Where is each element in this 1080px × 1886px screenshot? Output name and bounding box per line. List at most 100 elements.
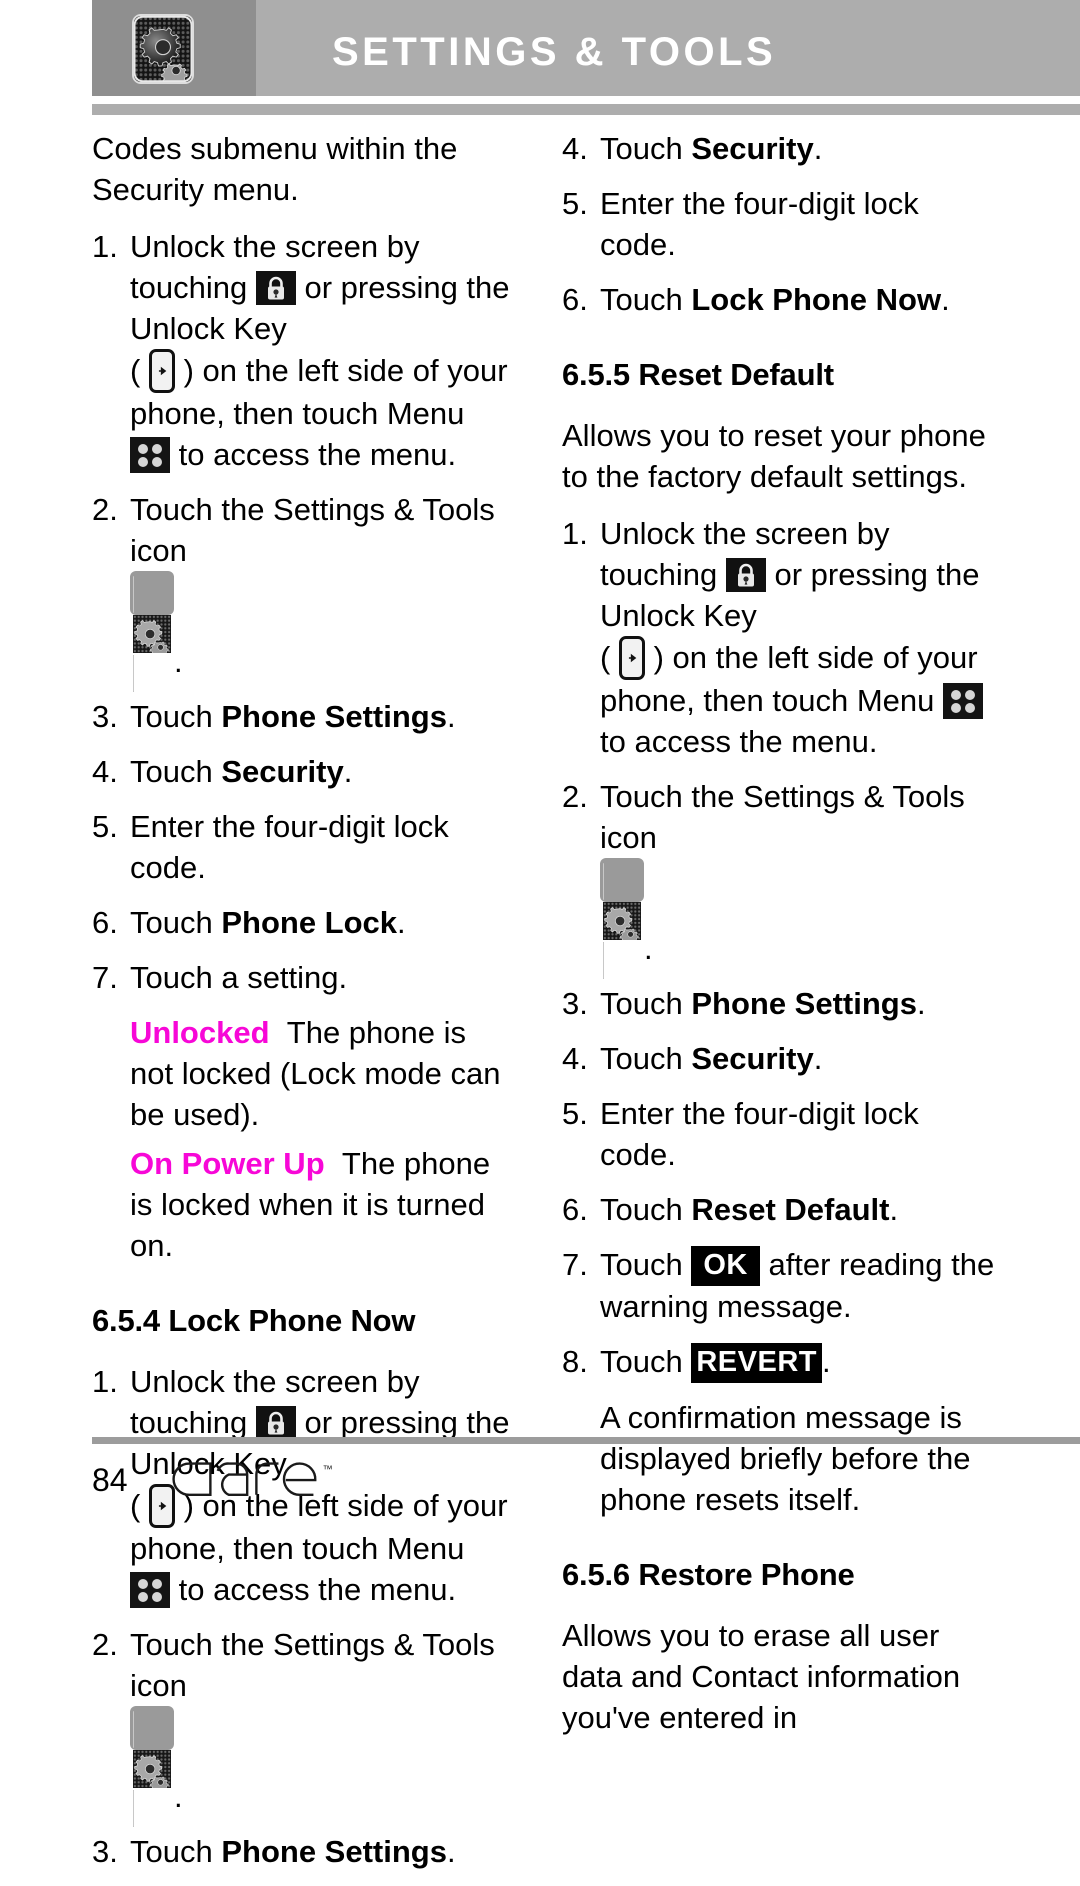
step-text: Touch the Settings & Tools icon — [600, 779, 965, 855]
step-text: Enter the four-digit lock code. — [600, 1096, 919, 1172]
revert-button[interactable]: REVERT — [691, 1343, 822, 1383]
step-text: Enter the four-digit lock code. — [600, 186, 919, 262]
unlock-key-icon — [148, 349, 175, 393]
header-divider-rule — [92, 104, 1080, 115]
option-term: On Power Up — [130, 1146, 325, 1181]
list-item: 2. Touch the Settings & Tools icon . — [562, 776, 1002, 979]
step-number: 6. — [562, 1192, 588, 1227]
step-number: 3. — [92, 699, 118, 734]
settings-tools-gear-icon — [132, 14, 194, 84]
step-number: 1. — [92, 1364, 118, 1399]
step-bold-term: Phone Settings — [691, 986, 917, 1021]
step-number: 1. — [92, 229, 118, 264]
period: . — [343, 754, 353, 789]
menu-grid-icon — [130, 437, 170, 473]
step-text: ) on the left side of your phone, then t… — [130, 353, 508, 431]
section-heading: 6.5.4 Lock Phone Now — [92, 1303, 416, 1338]
step-text: Touch — [600, 131, 692, 166]
left-column: Codes submenu within the Security menu. … — [92, 128, 512, 1886]
step-bold-term: Security — [221, 754, 344, 789]
setting-option: On Power Up The phone is locked when it … — [92, 1143, 512, 1266]
settings-tools-gear-icon — [600, 858, 644, 979]
step-number: 3. — [562, 986, 588, 1021]
step-bold-term: Reset Default — [691, 1192, 890, 1227]
footer-divider-rule — [92, 1437, 1080, 1444]
step-text: Touch — [600, 986, 692, 1021]
menu-grid-icon — [943, 683, 983, 719]
step-number: 4. — [92, 754, 118, 789]
step-text: Touch the Settings & Tools icon — [130, 1627, 495, 1703]
list-item: 3. Touch Phone Settings. — [92, 1831, 512, 1872]
step-text: Touch the Settings & Tools icon — [130, 492, 495, 568]
step-text: Touch a setting. — [130, 960, 348, 995]
list-item: 5. Enter the four-digit lock code. — [92, 806, 512, 888]
menu-grid-icon — [130, 1572, 170, 1608]
step-text: Touch — [130, 905, 222, 940]
step-text: ) on the left side of your phone, then t… — [600, 640, 978, 718]
period: . — [446, 1834, 456, 1869]
list-item: 1. Unlock the screen by touching or pres… — [92, 226, 512, 475]
paren-open: ( — [600, 640, 611, 675]
list-item: 5. Enter the four-digit lock code. — [562, 183, 1002, 265]
step-text: Enter the four-digit lock code. — [130, 809, 449, 885]
step-number: 2. — [562, 779, 588, 814]
section-intro: Allows you to reset your phone to the fa… — [562, 418, 986, 494]
list-item: 4. Touch Security. — [562, 1038, 1002, 1079]
step-number: 1. — [562, 516, 588, 551]
period: . — [813, 131, 823, 166]
period: . — [821, 1344, 831, 1379]
step-number: 8. — [562, 1344, 588, 1379]
step-number: 5. — [92, 809, 118, 844]
section-heading: 6.5.5 Reset Default — [562, 357, 834, 392]
list-item: 3. Touch Phone Settings. — [562, 983, 1002, 1024]
period: . — [889, 1192, 899, 1227]
list-item: 7. Touch a setting. — [92, 957, 512, 998]
list-item: 5. Enter the four-digit lock code. — [562, 1093, 1002, 1175]
header-icon-box — [92, 0, 256, 96]
list-item: 3. Touch Phone Settings. — [92, 696, 512, 737]
setting-option: Unlocked The phone is not locked (Lock m… — [92, 1012, 512, 1135]
step-text: Touch — [600, 1041, 692, 1076]
settings-tools-gear-icon — [130, 1706, 174, 1827]
lock-icon — [255, 1406, 296, 1440]
paren-open: ( — [130, 353, 141, 388]
step-text: to access the menu. — [178, 1572, 457, 1607]
step-number: 5. — [562, 186, 588, 221]
step-text: Touch — [600, 282, 692, 317]
period: . — [941, 282, 950, 317]
step-number: 2. — [92, 492, 118, 527]
trademark-symbol: ™ — [323, 1465, 333, 1476]
step-bold-term: Security — [691, 1041, 814, 1076]
step-bold-term: Security — [691, 131, 814, 166]
period: . — [813, 1041, 823, 1076]
step-text: Touch — [130, 699, 222, 734]
step-number: 7. — [92, 960, 118, 995]
step-number: 4. — [562, 131, 588, 166]
step-text: to access the menu. — [178, 437, 457, 472]
list-item: 1. Unlock the screen by touching or pres… — [562, 513, 1002, 762]
page-number: 84 — [92, 1462, 128, 1498]
list-item: 8. Touch REVERT. — [562, 1341, 1002, 1383]
period: . — [174, 1779, 183, 1814]
step-text: Touch — [600, 1344, 692, 1379]
step-number: 7. — [562, 1247, 588, 1282]
ok-button[interactable]: OK — [691, 1246, 760, 1286]
unlock-key-icon — [618, 636, 645, 680]
step-text: Touch — [600, 1192, 692, 1227]
settings-tools-gear-icon — [130, 571, 174, 692]
step-text: Touch — [130, 1834, 222, 1869]
list-item: 4. Touch Security. — [92, 751, 512, 792]
period: . — [644, 931, 653, 966]
list-item: 2. Touch the Settings & Tools icon . — [92, 489, 512, 692]
list-item: 6. Touch Phone Lock. — [92, 902, 512, 943]
section-heading: 6.5.6 Restore Phone — [562, 1557, 855, 1592]
step-text: Touch — [600, 1247, 692, 1282]
lock-icon — [725, 558, 766, 592]
step-number: 3. — [92, 1834, 118, 1869]
page-title: SETTINGS & TOOLS — [332, 30, 777, 74]
intro-paragraph: Codes submenu within the Security menu. — [92, 131, 458, 207]
list-item: 6. Touch Reset Default. — [562, 1189, 1002, 1230]
option-term: Unlocked — [130, 1015, 270, 1050]
step-number: 6. — [92, 905, 118, 940]
period: . — [397, 905, 406, 940]
